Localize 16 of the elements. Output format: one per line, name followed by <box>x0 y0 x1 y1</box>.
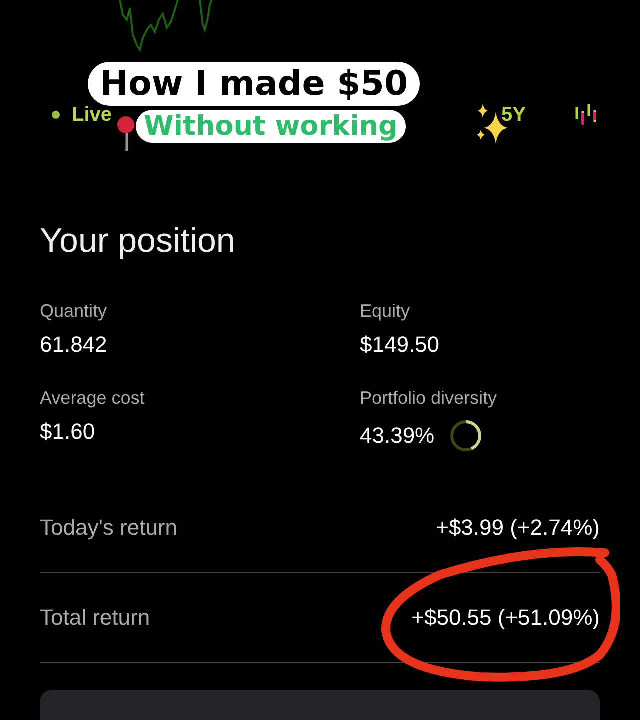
stat-label: Average cost <box>40 388 145 409</box>
caption-subtitle: Without working <box>136 110 406 143</box>
stat-value: 61.842 <box>40 332 108 358</box>
stat-value: $1.60 <box>40 419 96 445</box>
range-tab[interactable]: 5Y <box>498 102 530 128</box>
return-label: Today's return <box>40 514 178 540</box>
stat-value: 43.39% <box>360 423 435 449</box>
stat-label: Quantity <box>40 301 108 322</box>
section-title: Your position <box>40 222 236 261</box>
return-label: Total return <box>40 604 150 630</box>
stat-value: $149.50 <box>360 332 440 358</box>
stat-label: Portfolio diversity <box>360 388 498 409</box>
return-value: +$50.55 (+51.09%) <box>412 604 600 630</box>
stat-label: Equity <box>360 301 410 322</box>
caption-title: How I made $50 <box>88 62 420 106</box>
return-value: +$3.99 (+2.74%) <box>436 514 600 540</box>
